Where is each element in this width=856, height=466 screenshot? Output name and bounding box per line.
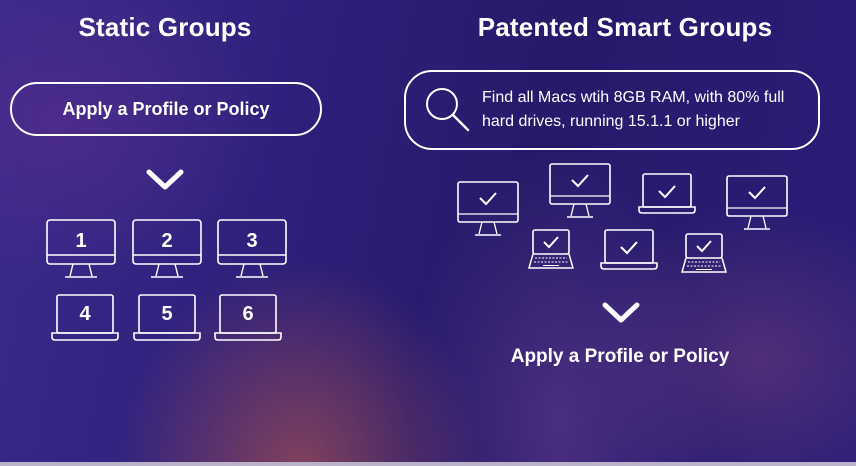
search-icon xyxy=(426,88,470,132)
smart-groups-title: Patented Smart Groups xyxy=(477,12,773,42)
static-apply-label: Apply a Profile or Policy xyxy=(62,98,270,119)
laptop-keyboard-check-icon xyxy=(528,229,574,269)
static-device-number: 6 xyxy=(242,303,254,325)
static-groups-title: Static Groups xyxy=(78,12,252,42)
static-device-number: 3 xyxy=(246,230,258,252)
static-device-number: 2 xyxy=(161,230,173,252)
laptop-check-icon xyxy=(600,229,658,270)
laptop-keyboard-check-icon xyxy=(681,233,727,273)
smart-group-criteria-text: Find all Macs wtih 8GB RAM, with 80% ful… xyxy=(482,86,792,134)
smart-group-criteria-search[interactable]: Find all Macs wtih 8GB RAM, with 80% ful… xyxy=(404,70,820,150)
laptop-check-icon xyxy=(638,173,696,214)
criteria-line-2: hard drives, running 15.1.1 or higher xyxy=(482,113,740,130)
static-apply-profile-button[interactable]: Apply a Profile or Policy xyxy=(10,82,322,136)
desktop-check-icon xyxy=(549,163,611,218)
static-device-number: 5 xyxy=(161,303,173,325)
criteria-line-1: Find all Macs wtih 8GB RAM, with 80% ful… xyxy=(482,89,785,106)
chevron-down-icon xyxy=(146,169,184,190)
static-device-number: 4 xyxy=(79,303,91,325)
smart-apply-profile-label: Apply a Profile or Policy xyxy=(510,346,730,367)
chevron-down-icon xyxy=(602,302,640,323)
desktop-check-icon xyxy=(457,181,519,236)
bottom-divider xyxy=(0,462,856,466)
static-device-number: 1 xyxy=(75,230,87,252)
desktop-check-icon xyxy=(726,175,788,230)
